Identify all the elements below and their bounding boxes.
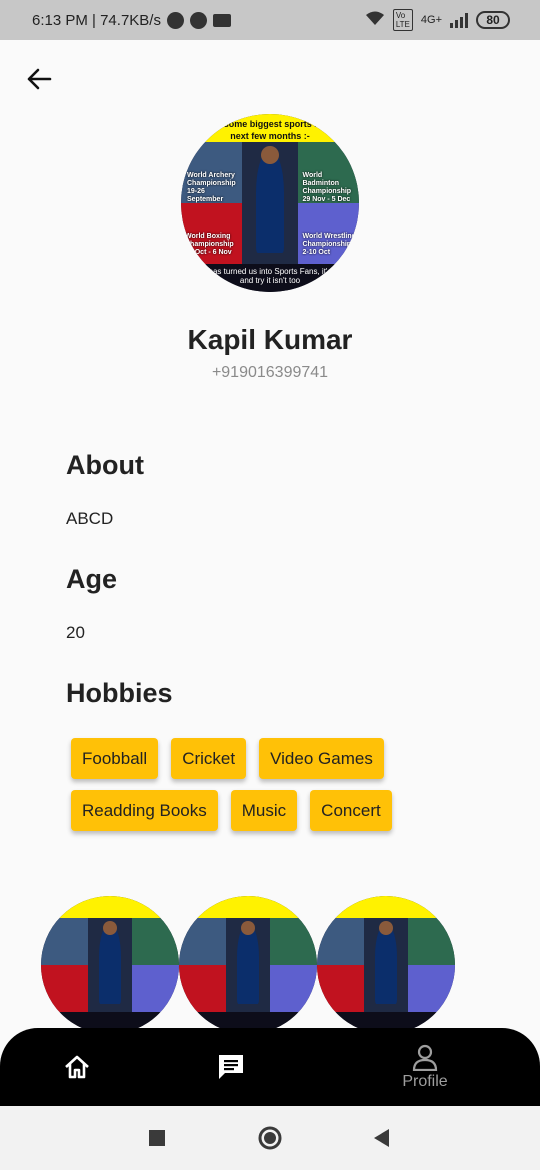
- status-bar: 6:13 PM | 74.7KB/s Vo LTE 4G+ 80: [0, 0, 540, 40]
- hobby-chip[interactable]: Video Games: [259, 738, 384, 779]
- hobby-chip[interactable]: Foobball: [71, 738, 159, 779]
- collage-tile: [41, 965, 88, 1012]
- collage-tile: [317, 918, 364, 965]
- status-left: 6:13 PM | 74.7KB/s: [32, 11, 231, 29]
- triangle-back-icon: [374, 1129, 389, 1147]
- collage-tile: World Wrestling Championship 2-10 Oct: [298, 203, 359, 264]
- collage-tile: [179, 918, 226, 965]
- battery-indicator: 80: [476, 11, 510, 29]
- recent-apps-button[interactable]: [140, 1106, 174, 1170]
- age-title: Age: [66, 564, 118, 594]
- collage-tile: [408, 918, 455, 965]
- nav-profile-label: Profile: [402, 1073, 448, 1090]
- avatar-footer: 2020 has turned us into Sports Fans, it'…: [181, 263, 359, 292]
- hobby-chips: Foobball Cricket Video Games Readding Bo…: [66, 738, 426, 831]
- player-figure: [374, 926, 398, 1004]
- player-head: [103, 920, 117, 935]
- thumb-collage: [41, 896, 179, 1034]
- thumb-banner: [317, 896, 455, 919]
- system-home-button[interactable]: [252, 1106, 288, 1170]
- hobby-chip[interactable]: Cricket: [171, 738, 247, 779]
- collage-tile: [132, 918, 179, 965]
- profile-name: Kapil Kumar: [187, 324, 353, 355]
- thumb-banner: [41, 896, 179, 919]
- volte-icon: Vo LTE: [392, 9, 413, 31]
- arrow-left-icon: [27, 68, 52, 90]
- player-figure: [236, 926, 260, 1004]
- wifi-icon: [365, 10, 385, 31]
- network-type: 4G+: [420, 14, 442, 26]
- system-back-button[interactable]: [364, 1106, 398, 1170]
- gallery-thumbnail[interactable]: [179, 896, 317, 1034]
- system-nav: [0, 1106, 540, 1170]
- avatar-collage: Some of some biggest sports Events in ne…: [181, 114, 359, 292]
- nav-profile[interactable]: Profile: [390, 1028, 460, 1106]
- collage-tile: [317, 965, 364, 1012]
- messenger-icon: [166, 11, 184, 29]
- player-head: [379, 920, 393, 935]
- profile-phone: +919016399741: [211, 364, 329, 381]
- thumb-collage: [317, 896, 455, 1034]
- thumb-banner: [179, 896, 317, 919]
- circle-icon: [258, 1126, 282, 1150]
- nav-chat[interactable]: [200, 1028, 262, 1106]
- status-right: Vo LTE 4G+ 80: [365, 9, 510, 31]
- age-value: 20: [66, 623, 85, 642]
- player-figure: [255, 153, 285, 253]
- person-icon: [412, 1044, 438, 1071]
- chat-icon: [219, 1055, 243, 1079]
- player-head: [241, 920, 255, 935]
- about-value: ABCD: [66, 509, 114, 528]
- collage-tile: [408, 965, 455, 1012]
- video-call-icon: [212, 13, 231, 27]
- hobby-chip[interactable]: Music: [230, 790, 298, 831]
- hobbies-title: Hobbies: [66, 678, 173, 708]
- hobby-chip[interactable]: Concert: [310, 790, 392, 831]
- collage-tile: [179, 965, 226, 1012]
- square-icon: [149, 1130, 165, 1146]
- collage-tile: [270, 965, 317, 1012]
- signal-icon: [450, 12, 468, 28]
- back-button[interactable]: [22, 62, 56, 96]
- thumb-collage: [179, 896, 317, 1034]
- collage-tile: World Boxing Championship 26 Oct - 6 Nov: [181, 203, 242, 264]
- whatsapp-icon: [189, 11, 207, 29]
- profile-avatar[interactable]: Some of some biggest sports Events in ne…: [181, 114, 359, 292]
- player-figure: [98, 926, 122, 1004]
- home-icon: [65, 1055, 89, 1079]
- nav-home[interactable]: [46, 1028, 108, 1106]
- collage-tile: World Badminton Championship 29 Nov - 5 …: [298, 142, 359, 203]
- gallery-thumbnail[interactable]: [317, 896, 455, 1034]
- gallery-thumbnail[interactable]: [41, 896, 179, 1034]
- status-time: 6:13 PM | 74.7KB/s: [32, 11, 161, 29]
- player-head: [261, 146, 279, 164]
- collage-tile: World Archery Championship 19-26 Septemb…: [181, 142, 242, 203]
- collage-tile: [41, 918, 88, 965]
- collage-tile: [132, 965, 179, 1012]
- about-title: About: [66, 450, 144, 480]
- hobby-chip[interactable]: Readding Books: [71, 790, 218, 831]
- bottom-nav: Profile: [0, 1028, 540, 1106]
- avatar-banner: Some of some biggest sports Events in ne…: [181, 114, 359, 143]
- collage-tile: [270, 918, 317, 965]
